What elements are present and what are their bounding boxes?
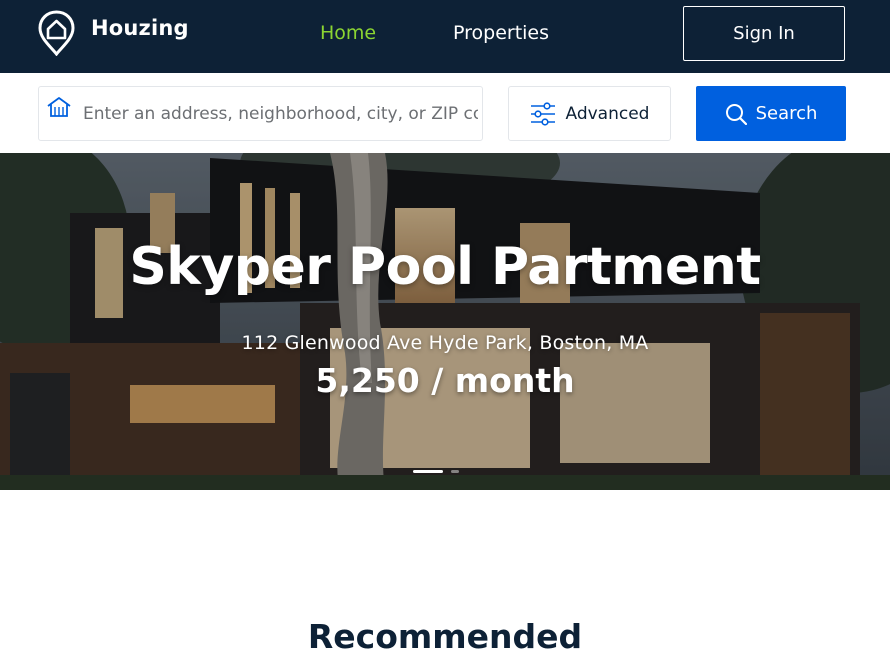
nav-home-link[interactable]: Home: [320, 22, 376, 44]
search-input[interactable]: [83, 103, 478, 124]
hero-carousel[interactable]: Skyper Pool Partment 112 Glenwood Ave Hy…: [0, 153, 890, 490]
house-pin-icon: [38, 10, 75, 56]
carousel-indicators: [413, 470, 459, 473]
hero-overlay: [0, 153, 890, 490]
hero-address: 112 Glenwood Ave Hyde Park, Boston, MA: [241, 332, 649, 354]
search-icon: [725, 103, 747, 125]
sign-in-button[interactable]: Sign In: [683, 6, 845, 61]
brand-name: Houzing: [91, 16, 189, 40]
recommended-heading: Recommended: [307, 617, 583, 656]
navbar: Houzing Home Properties Sign In: [0, 0, 890, 73]
hero-title: Skyper Pool Partment: [129, 237, 761, 297]
advanced-filter-button[interactable]: Advanced: [508, 86, 671, 141]
hero-price: 5,250 / month: [315, 361, 575, 400]
house-icon: [47, 96, 71, 117]
carousel-dot-1[interactable]: [413, 470, 443, 473]
search-label: Search: [755, 103, 818, 124]
brand-logo[interactable]: Houzing: [38, 10, 189, 56]
search-button[interactable]: Search: [696, 86, 846, 141]
nav-properties-link[interactable]: Properties: [453, 22, 549, 44]
sliders-icon: [530, 101, 555, 126]
search-bar: Advanced Search: [0, 73, 890, 153]
carousel-dot-2[interactable]: [451, 470, 459, 473]
search-field[interactable]: [38, 86, 483, 141]
advanced-label: Advanced: [565, 103, 650, 124]
